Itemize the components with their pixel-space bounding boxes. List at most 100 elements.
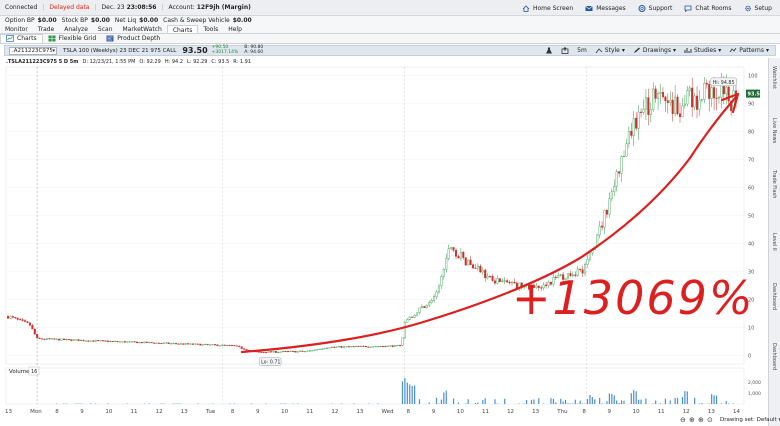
candle-body [418, 307, 421, 313]
candle-body [472, 264, 475, 269]
x-tick-label: 11 [131, 409, 138, 415]
candle-body [282, 351, 285, 353]
candle-body [16, 317, 19, 320]
volume-bar [686, 391, 688, 404]
x-tick-label: 10 [457, 409, 464, 415]
y-tick-label: 100 [748, 73, 758, 79]
candle-body [245, 349, 248, 351]
candle-body [338, 346, 341, 348]
panel-tab-watchlist[interactable]: Watchlist [771, 66, 777, 89]
candle-body [654, 88, 657, 99]
candle-body [284, 351, 287, 353]
volume-bar [572, 403, 574, 404]
x-tick-label: 8 [582, 409, 586, 415]
x-tick-label: 9 [432, 409, 436, 415]
candle-body [384, 346, 387, 348]
candle-body [610, 191, 613, 199]
panel-tab-live-news[interactable]: Live News [771, 118, 777, 143]
candle-body [28, 322, 31, 326]
candle-body [170, 343, 173, 345]
candle-body [306, 350, 309, 352]
candle-body [262, 351, 265, 353]
candle-body [121, 341, 124, 343]
candle-body [26, 321, 29, 323]
candle-body [657, 93, 660, 99]
volume-bar [599, 397, 601, 404]
candle-body [308, 350, 311, 352]
candle-body [204, 343, 207, 345]
volume-bar [550, 398, 552, 404]
candle-body [192, 343, 195, 345]
zoom-out-icon[interactable]: ⊖ [680, 416, 686, 424]
x-tick-label: 8 [407, 409, 411, 415]
candle-body [60, 338, 63, 341]
candle-body [182, 343, 185, 345]
candle-body [209, 344, 212, 346]
candle-body [637, 111, 640, 129]
x-tick-label: 12 [156, 409, 163, 415]
candle-body [455, 250, 458, 257]
volume-bar [708, 403, 710, 404]
panel-tab-dashboard-2[interactable]: Dashboard [771, 343, 777, 370]
pan-icon[interactable]: ⊕ [698, 416, 704, 424]
drawing-set-selector[interactable]: Drawing set: Default ▾ [720, 417, 780, 423]
volume-bar [445, 390, 447, 404]
volume-bar [728, 403, 730, 404]
candle-body [31, 324, 34, 330]
volume-bar [530, 399, 533, 404]
volume-bar [579, 400, 581, 404]
reset-icon[interactable]: ⊙ [707, 416, 713, 424]
volume-bar [630, 393, 632, 404]
x-tick-label: 13 [356, 409, 363, 415]
panel-tab-dashboard[interactable]: Dashboard [771, 283, 777, 310]
candle-body [469, 259, 472, 265]
candle-body [659, 92, 662, 94]
candle-body [325, 347, 328, 349]
candle-body [80, 339, 83, 342]
candle-body [601, 225, 604, 228]
candle-body [45, 338, 48, 340]
candle-body [131, 341, 134, 343]
low-label: Lo: 0.71 [261, 360, 280, 366]
volume-bar [638, 399, 640, 404]
volume-bar [669, 400, 671, 404]
candle-body [289, 350, 292, 352]
volume-bar [623, 400, 625, 404]
candle-body [345, 346, 348, 348]
volume-bar [633, 390, 635, 404]
candle-body [265, 352, 268, 354]
candle-body [228, 344, 231, 346]
volume-value: 16 [31, 369, 37, 375]
chart-area[interactable]: 0102030405060708090100Volume 162,0001,000… [0, 0, 780, 426]
candle-body [508, 281, 511, 284]
candle-body [705, 82, 708, 85]
candle-body [389, 345, 392, 347]
candle-body [423, 306, 426, 308]
panel-tab-trade-flash[interactable]: Trade Flash [771, 170, 777, 198]
volume-bar [555, 402, 557, 404]
volume-bar [474, 402, 477, 404]
x-tick-label: 8 [55, 409, 59, 415]
candle-body [459, 252, 462, 259]
volume-bar [640, 399, 642, 404]
candle-body [489, 275, 492, 277]
candle-body [194, 343, 197, 345]
volume-bar [172, 403, 175, 404]
candle-body [503, 280, 506, 282]
x-tick-label: 9 [607, 409, 611, 415]
y-tick-label: 80 [748, 129, 754, 135]
candle-body [698, 99, 701, 110]
candle-body [114, 340, 117, 342]
volume-bar [701, 403, 703, 404]
candle-body [452, 247, 455, 251]
candle-body [588, 252, 591, 260]
candle-body [430, 300, 433, 303]
candle-body [72, 339, 75, 341]
candle-body [260, 351, 263, 353]
candle-body [335, 346, 338, 348]
volume-bar [567, 403, 569, 404]
candle-body [216, 344, 219, 347]
panel-tab-level-ii[interactable]: Level II [771, 233, 777, 251]
zoom-in-icon[interactable]: ⊕ [689, 416, 695, 424]
candle-body [187, 343, 190, 345]
